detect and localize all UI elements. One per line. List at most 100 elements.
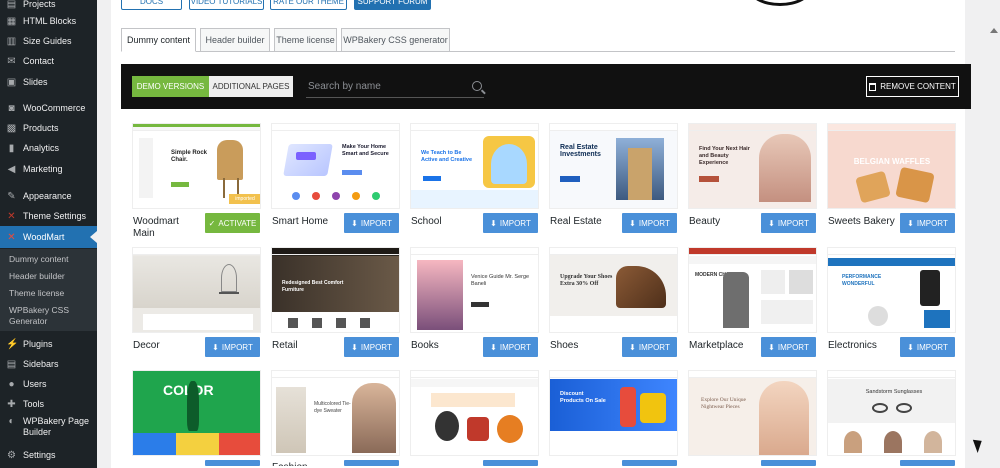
wpbakery-icon: ◐ <box>8 416 15 427</box>
wrench-icon: ✚ <box>7 398 16 410</box>
demo-thumbnail[interactable]: Venice Guide Mr. Serge Baneli <box>410 247 539 333</box>
import-button[interactable]: ⬇ IMPORT <box>344 213 399 233</box>
search-icon <box>472 81 482 91</box>
demo-name: School <box>411 216 442 227</box>
sidebar-item-marketing[interactable]: ◀ Marketing <box>0 160 97 178</box>
import-button[interactable]: ⬇ IMPORT <box>761 337 816 357</box>
submenu-theme-license[interactable]: Theme license <box>9 288 93 299</box>
plugin-icon: ⚡ <box>6 338 19 350</box>
main-content: DOCS VIDEO TUTORIALS RATE OUR THEME SUPP… <box>97 0 1000 468</box>
tab-wpbakery-css[interactable]: WPBakery CSS generator <box>341 28 450 52</box>
demo-thumbnail[interactable]: Real Estate Investments <box>549 123 678 209</box>
rate-theme-button[interactable]: RATE OUR THEME <box>270 0 347 10</box>
submenu-header-builder[interactable]: Header builder <box>9 271 93 282</box>
tab-theme-license[interactable]: Theme license <box>274 28 337 52</box>
import-button[interactable]: ⬇ IMPORT <box>622 213 677 233</box>
box-icon: ▩ <box>6 122 17 134</box>
sidebar-item-theme-settings[interactable]: ✕ Theme Settings <box>0 207 97 225</box>
import-button[interactable]: ⬇ IMPORT <box>483 213 538 233</box>
sidebar-item-products[interactable]: ▩ Products <box>0 119 97 137</box>
blocks-icon: ▦ <box>6 15 17 27</box>
download-icon: ⬇ <box>768 342 775 352</box>
import-button[interactable] <box>622 460 677 466</box>
demo-card-smart-home: Make Your Home Smart and Secure Smart Ho… <box>271 123 401 238</box>
sidebar-item-size-guides[interactable]: ▥ Size Guides <box>0 32 97 50</box>
submenu-wpbakery-css[interactable]: WPBakery CSS Generator <box>9 305 93 327</box>
demo-thumbnail[interactable]: MODERN CHAIR <box>688 247 817 333</box>
demo-thumbnail[interactable]: PERFORMANCE WONDERFUL <box>827 247 956 333</box>
demo-thumbnail[interactable]: Multicolored Tie-dye Sweater <box>271 370 400 456</box>
demo-thumbnail[interactable]: Discount Products On Sale <box>549 370 678 456</box>
sidebar-item-analytics[interactable]: ▮ Analytics <box>0 139 97 157</box>
search-input[interactable] <box>306 76 466 97</box>
tab-header-builder[interactable]: Header builder <box>200 28 270 52</box>
demo-card-row3-4: Discount Products On Sale <box>549 370 679 468</box>
demo-versions-button[interactable]: DEMO VERSIONS <box>132 76 209 97</box>
demo-name: Beauty <box>689 216 721 227</box>
download-icon: ⬇ <box>490 342 497 352</box>
demo-thumbnail[interactable]: We Teach to Be Active and Creative <box>410 123 539 209</box>
remove-content-button[interactable]: REMOVE CONTENT <box>866 76 959 97</box>
demo-card-sweets-bakery: BELGIAN WAFFLES Sweets Bakery ⬇ IMPORT <box>827 123 957 238</box>
woodmart-icon: ✕ <box>7 231 16 243</box>
check-icon: ✓ <box>208 218 216 228</box>
demo-thumbnail[interactable] <box>132 247 261 333</box>
import-button[interactable] <box>483 460 538 466</box>
chart-icon: ▮ <box>8 142 15 154</box>
sidebar-item-woodmart[interactable]: ✕ WoodMart <box>0 226 97 248</box>
import-button[interactable]: ⬇ IMPORT <box>761 213 816 233</box>
demo-thumbnail[interactable]: Simple Rock Chair. imported <box>132 123 261 209</box>
sidebar-item-sidebars[interactable]: ▤ Sidebars <box>0 355 97 373</box>
demo-thumbnail[interactable] <box>410 370 539 456</box>
demo-name: Marketplace <box>689 340 744 351</box>
import-button[interactable]: ⬇ IMPORT <box>344 337 399 357</box>
sidebar-item-appearance[interactable]: ✎ Appearance <box>0 187 97 205</box>
demo-card-real-estate: Real Estate Investments Real Estate ⬇ IMP… <box>549 123 679 238</box>
demo-thumbnail[interactable]: Explore Our Unique Nightwear Pieces <box>688 370 817 456</box>
import-button[interactable]: ⬇ IMPORT <box>622 337 677 357</box>
sidebar-item-woocommerce[interactable]: ◙ WooCommerce <box>0 99 97 117</box>
sidebar-item-plugins[interactable]: ⚡ Plugins <box>0 335 97 353</box>
import-button[interactable]: ⬇ IMPORT <box>483 337 538 357</box>
import-button[interactable]: ⬇ IMPORT <box>900 337 955 357</box>
demo-thumbnail[interactable]: Find Your Next Hair and Beauty Experienc… <box>688 123 817 209</box>
video-tutorials-button[interactable]: VIDEO TUTORIALS <box>189 0 264 10</box>
scroll-up-arrow[interactable] <box>990 28 998 33</box>
demo-thumbnail[interactable]: Make Your Home Smart and Secure <box>271 123 400 209</box>
import-button[interactable]: ⬇ IMPORT <box>900 213 955 233</box>
download-icon: ⬇ <box>351 218 358 228</box>
demo-thumbnail[interactable]: Upgrade Your Shoes Extra 30% Off <box>549 247 678 333</box>
import-button[interactable] <box>344 460 399 466</box>
sidebar-item-contact[interactable]: ✉ Contact <box>0 52 97 70</box>
additional-pages-button[interactable]: ADDITIONAL PAGES <box>209 76 293 97</box>
sidebar-item-wpbakery[interactable]: ◐ WPBakery Page Builder <box>0 416 97 442</box>
demo-name: Books <box>411 340 439 351</box>
user-icon: ● <box>8 378 15 390</box>
sidebar-item-slides[interactable]: ▣ Slides <box>0 73 97 91</box>
demo-thumbnail[interactable]: BELGIAN WAFFLES <box>827 123 956 209</box>
tab-dummy-content[interactable]: Dummy content <box>121 28 196 52</box>
docs-button[interactable]: DOCS <box>121 0 182 10</box>
demo-thumbnail[interactable]: Sandstorm Sunglasses <box>827 370 956 456</box>
import-button[interactable] <box>900 460 955 466</box>
demo-card-books: Venice Guide Mr. Serge Baneli Books ⬇ IMP… <box>410 247 540 362</box>
demo-card-retail: Redesigned Best Comfort Furniture Retail… <box>271 247 401 362</box>
sidebar-item-tools[interactable]: ✚ Tools <box>0 395 97 413</box>
projects-icon: ▤ <box>6 0 17 10</box>
demo-card-row3-6: Sandstorm Sunglasses <box>827 370 957 468</box>
search-box <box>306 76 484 98</box>
submenu-dummy-content[interactable]: Dummy content <box>9 254 93 265</box>
import-button[interactable] <box>761 460 816 466</box>
import-button[interactable]: ⬇ IMPORT <box>205 337 260 357</box>
support-forum-button[interactable]: SUPPORT FORUM <box>354 0 431 10</box>
sidebar-item-settings[interactable]: ⚙ Settings <box>0 446 97 464</box>
activate-button[interactable]: ✓ ACTIVATE <box>205 213 260 233</box>
sidebar-item-html-blocks[interactable]: ▦ HTML Blocks <box>0 12 97 30</box>
demo-card-row3-5: Explore Our Unique Nightwear Pieces <box>688 370 818 468</box>
megaphone-icon: ◀ <box>7 163 16 175</box>
sidebar-item-users[interactable]: ● Users <box>0 375 97 393</box>
demo-name: Fashion <box>272 462 342 466</box>
demo-thumbnail[interactable]: Redesigned Best Comfort Furniture <box>271 247 400 333</box>
import-button[interactable] <box>205 460 260 466</box>
demo-thumbnail[interactable]: COLOR <box>132 370 261 456</box>
